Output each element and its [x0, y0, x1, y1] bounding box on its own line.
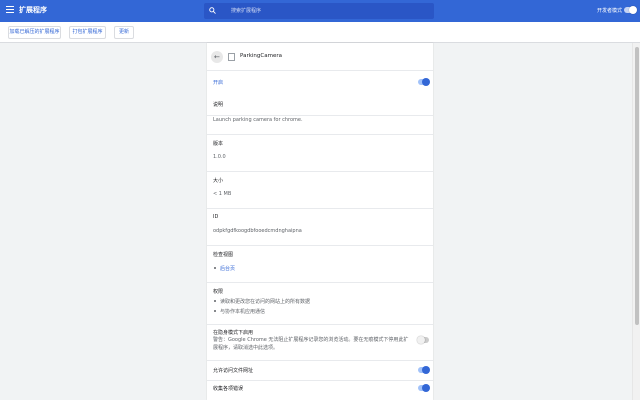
search-placeholder: 搜索扩展程序: [231, 8, 262, 14]
incognito-toggle[interactable]: [417, 336, 429, 344]
file-urls-label: 允许访问文件网址: [213, 368, 254, 374]
bullet: [214, 267, 216, 269]
size-row: 大小 < 1 MB: [207, 172, 433, 209]
menu-icon[interactable]: [6, 6, 14, 16]
pack-extension-button[interactable]: 打包扩展程序: [69, 26, 106, 39]
enabled-toggle[interactable]: [418, 78, 430, 86]
description-row: 说明 Launch parking camera for chrome.: [207, 96, 433, 135]
page-scrollbar[interactable]: [632, 43, 640, 400]
size-value: < 1 MB: [213, 191, 232, 197]
toggle-knob: [422, 366, 430, 374]
errors-label: 收集各项错误: [213, 386, 244, 392]
id-label: ID: [213, 214, 219, 220]
search-icon: [209, 7, 216, 14]
arrow-left-icon: ←: [214, 53, 220, 61]
dev-mode-toggle[interactable]: [624, 6, 637, 14]
toolbar: 加载已解压的扩展程序 打包扩展程序 更新: [0, 22, 640, 43]
incognito-label: 在隐身模式下启用: [213, 330, 254, 336]
file-urls-row: 允许访问文件网址: [207, 361, 433, 381]
dev-mode-toggle-knob: [629, 6, 637, 14]
toggle-knob: [422, 384, 430, 392]
update-button[interactable]: 更新: [114, 26, 134, 39]
scrollbar-thumb[interactable]: [635, 47, 639, 325]
search-input[interactable]: 搜索扩展程序: [204, 3, 434, 19]
back-button[interactable]: ←: [211, 51, 223, 63]
permission-item: 读取和更改您在访问的网站上的所有数据: [220, 299, 311, 305]
size-label: 大小: [213, 178, 224, 184]
id-value: odpkfgdfkoogdbfooedcmdnghaipna: [213, 228, 302, 234]
detail-header: ← ParkingCamera: [207, 43, 433, 71]
incognito-warning: 警告：Google Chrome 无法阻止扩展程序记录您的浏览活动。要在无痕模式…: [213, 337, 409, 351]
inspect-views-label: 检查视图: [213, 252, 234, 258]
file-urls-toggle[interactable]: [418, 366, 430, 374]
id-row: ID odpkfgdfkoogdbfooedcmdnghaipna: [207, 209, 433, 246]
page-title: 扩展程序: [19, 6, 47, 14]
errors-row: 收集各项错误: [207, 381, 433, 400]
toggle-knob: [422, 78, 430, 86]
incognito-row: 在隐身模式下启用 警告：Google Chrome 无法阻止扩展程序记录您的浏览…: [207, 325, 433, 361]
description-value: Launch parking camera for chrome.: [213, 117, 303, 123]
puzzle-icon: [228, 53, 235, 61]
bullet: [214, 310, 216, 312]
background-page-link[interactable]: 后台页: [220, 265, 235, 272]
version-value: 1.0.0: [213, 154, 226, 160]
version-row: 版本 1.0.0: [207, 135, 433, 172]
permissions-row: 权限 读取和更改您在访问的网站上的所有数据 与协作本机应用通信: [207, 283, 433, 325]
top-bar: 扩展程序 搜索扩展程序 开发者模式: [0, 0, 640, 22]
bullet: [214, 300, 216, 302]
load-unpacked-button[interactable]: 加载已解压的扩展程序: [8, 26, 61, 39]
inspect-views-row: 检查视图 后台页: [207, 246, 433, 283]
permissions-label: 权限: [213, 289, 224, 295]
version-label: 版本: [213, 141, 224, 147]
description-label: 说明: [213, 102, 224, 108]
extension-detail-card: ← ParkingCamera 开启 说明 Launch parking cam…: [207, 43, 433, 400]
enabled-label: 开启: [213, 80, 224, 86]
errors-toggle[interactable]: [418, 384, 430, 392]
permission-item: 与协作本机应用通信: [220, 309, 266, 315]
toggle-knob: [417, 336, 425, 344]
extension-name: ParkingCamera: [240, 53, 282, 59]
dev-mode-label: 开发者模式: [597, 8, 623, 14]
